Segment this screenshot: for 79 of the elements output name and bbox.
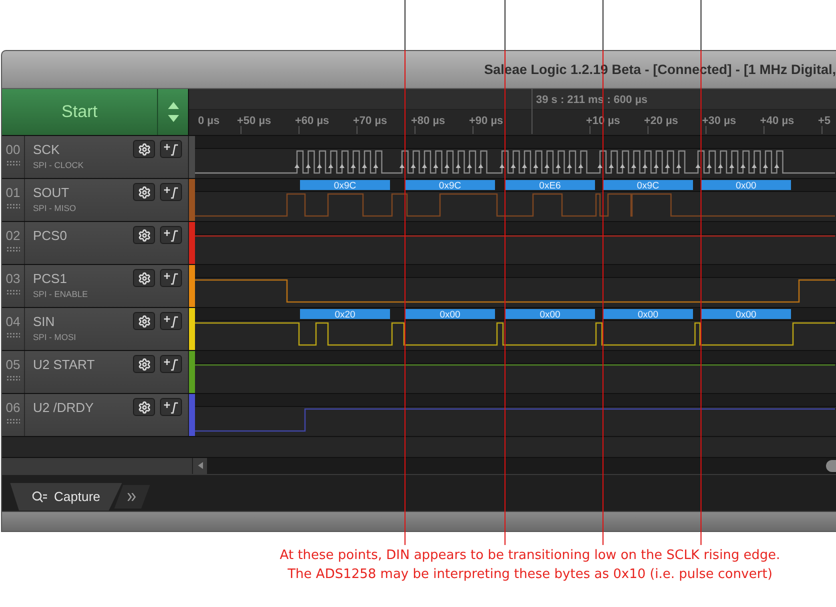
edge-trigger-icon	[163, 314, 179, 328]
time-label: +80 µs	[411, 115, 446, 127]
grip-icon[interactable]	[6, 376, 20, 382]
grip-icon[interactable]	[6, 204, 20, 210]
channel-name[interactable]: U2 START	[33, 357, 133, 372]
time-label: +50 µs	[237, 115, 272, 127]
trigger-button[interactable]	[160, 355, 182, 373]
decoded-byte: 0x00	[405, 309, 495, 320]
channel-name[interactable]: SCK	[33, 142, 133, 157]
channel-number: 03	[6, 271, 20, 286]
channel-number: 04	[6, 314, 20, 329]
edge-trigger-icon	[163, 358, 179, 370]
channel-number: 01	[6, 185, 20, 200]
down-arrow-icon[interactable]	[168, 115, 178, 122]
up-arrow-icon[interactable]	[168, 102, 178, 109]
double-chevron-icon	[127, 492, 138, 500]
protocol-label: SPI - CLOCK	[33, 160, 85, 170]
protocol-label: SPI - MOSI	[33, 332, 77, 342]
grip-icon[interactable]	[6, 290, 20, 296]
channel-number: 05	[6, 357, 20, 372]
capture-tab[interactable]: Capture	[10, 482, 122, 510]
settings-button[interactable]	[133, 183, 155, 201]
trigger-button[interactable]	[160, 226, 182, 244]
grip-icon[interactable]	[6, 247, 20, 253]
time-label: 0 µs	[198, 115, 220, 127]
settings-button[interactable]	[133, 398, 155, 416]
edge-trigger-icon	[163, 400, 179, 414]
decoded-byte: 0x00	[505, 309, 595, 320]
edge-trigger-icon	[163, 272, 179, 284]
more-tabs-button[interactable]	[114, 484, 150, 508]
edge-trigger-icon	[163, 142, 179, 156]
channel-number: 00	[6, 142, 20, 157]
scroll-left-button[interactable]	[193, 458, 207, 474]
left-arrow-icon	[198, 462, 202, 469]
protocol-label: SPI - ENABLE	[33, 289, 89, 299]
search-icon	[32, 490, 48, 502]
settings-button[interactable]	[133, 312, 155, 330]
time-label: +30 µs	[702, 115, 736, 127]
channel-number: 06	[6, 400, 20, 415]
protocol-label: SPI - MISO	[33, 203, 77, 213]
edge-trigger-icon	[163, 186, 179, 198]
grip-icon[interactable]	[6, 333, 20, 339]
trigger-button[interactable]	[160, 183, 182, 201]
trigger-button[interactable]	[160, 398, 182, 416]
settings-button[interactable]	[133, 269, 155, 287]
channel-name[interactable]: SOUT	[33, 185, 133, 200]
settings-button[interactable]	[133, 140, 155, 158]
decoded-byte: 0x9C	[405, 180, 495, 192]
trigger-button[interactable]	[160, 269, 182, 287]
timestamp: 39 s : 211 ms : 600 µs	[536, 94, 648, 106]
channel-number: 02	[6, 228, 20, 243]
settings-button[interactable]	[133, 355, 155, 373]
time-label: +90 µs	[469, 115, 504, 127]
time-label: +5	[818, 115, 831, 127]
settings-button[interactable]	[133, 226, 155, 244]
grip-icon[interactable]	[6, 161, 20, 167]
time-label: +60 µs	[295, 115, 330, 127]
channel-name[interactable]: SIN	[33, 314, 133, 329]
decoded-byte: 0x00	[701, 309, 791, 320]
decoded-byte: 0x20	[300, 309, 390, 320]
start-button[interactable]: Start	[2, 89, 158, 135]
time-label: +40 µs	[760, 115, 794, 127]
annotation-text: At these points, DIN appears to be transitioning low on the SCLK rising edge.	[280, 547, 780, 565]
decoded-byte: 0x9C	[603, 180, 693, 192]
trigger-button[interactable]	[160, 312, 182, 330]
channel-name[interactable]: PCS1	[33, 271, 133, 286]
channel-name[interactable]: U2 /DRDY	[33, 400, 133, 415]
time-label: +20 µs	[644, 115, 678, 127]
decoded-byte: 0x9C	[300, 180, 390, 192]
trigger-button[interactable]	[160, 140, 182, 158]
decoded-byte: 0x00	[701, 180, 791, 192]
time-label: +70 µs	[353, 115, 388, 127]
edge-trigger-icon	[163, 228, 179, 242]
scroll-thumb[interactable]	[826, 460, 836, 472]
decoded-byte: 0xE6	[505, 180, 595, 192]
annotation-text: The ADS1258 may be interpreting these bytes as 0x10 (i.e. pulse convert)	[288, 566, 772, 584]
grip-icon[interactable]	[6, 419, 20, 425]
channel-name[interactable]: PCS0	[33, 228, 133, 243]
decoded-byte: 0x00	[603, 309, 693, 320]
